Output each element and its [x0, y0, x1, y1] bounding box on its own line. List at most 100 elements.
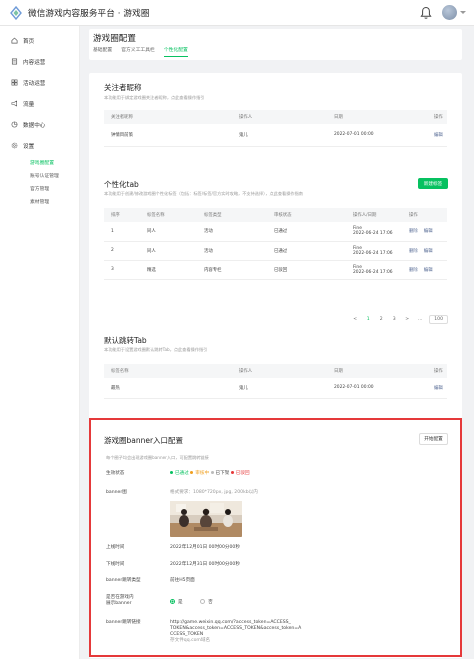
cell-operator: 鬼儿	[232, 378, 327, 399]
status-text: 已驳回	[235, 471, 250, 476]
status-label: 生效状态	[106, 471, 125, 476]
section-desc: 本功能用于绑定游戏圈关注者昵称，点此查看操作指引	[104, 95, 205, 100]
document-icon	[11, 58, 18, 65]
next-page-button[interactable]: >	[403, 317, 411, 322]
top-bar: 微信游戏内容服务平台 · 游戏圈	[0, 0, 474, 26]
cell-operator: 鬼儿	[232, 124, 327, 147]
column-header: 操作人	[232, 364, 327, 378]
link-note: 存文件qq.com域名	[170, 638, 211, 643]
table-row: 钟情目前策 鬼儿 2022-07-01 00:00 编辑	[104, 124, 447, 147]
tab-custom-config[interactable]: 个性化配置	[163, 46, 188, 57]
column-header: 操作	[427, 364, 447, 378]
delete-link[interactable]: 删除	[409, 268, 418, 273]
avatar[interactable]	[442, 5, 457, 20]
cell-name: 同人	[140, 222, 197, 242]
banner-thumbnail[interactable]	[170, 501, 242, 537]
sidebar-sub-game-circle-config[interactable]: 游戏圈配置	[0, 156, 79, 169]
edit-link[interactable]: 编辑	[427, 124, 447, 147]
radio-no[interactable]: 否	[200, 599, 213, 605]
tab-basic-config[interactable]: 基础配置	[93, 46, 112, 57]
sidebar-item-traffic[interactable]: 流量	[0, 93, 79, 114]
bell-icon[interactable]	[420, 6, 432, 20]
new-tag-button[interactable]: 新建标签	[418, 178, 448, 189]
radio-yes[interactable]: 是	[170, 599, 183, 605]
section-title: 个性化tab	[104, 180, 139, 189]
status-offline: 已下架	[210, 471, 229, 476]
sidebar-item-settings[interactable]: 设置	[0, 135, 79, 156]
last-page-button[interactable]: 100	[429, 315, 448, 324]
table-row: 1 同人 活动 已通过 Fine 2022-06-24 17:06 删除 编辑	[104, 222, 447, 242]
column-header: 关注者昵称	[104, 110, 232, 124]
show-in-game-radio-group: 是 否	[170, 599, 213, 606]
offline-time-label: 下线时间	[106, 562, 125, 567]
column-header: 操作人	[232, 110, 327, 124]
tab-official-toolbar[interactable]: 官方义工工具栏	[121, 46, 155, 57]
table-row: 2 同人 活动 已通过 Fine 2022-06-24 17:06 删除 编辑	[104, 241, 447, 261]
cell-status: 已通过	[267, 241, 346, 261]
delete-link[interactable]: 删除	[409, 229, 418, 234]
cell-order: 1	[104, 222, 140, 242]
pagination: < 1 2 3 > … 100	[351, 315, 448, 324]
offline-time-value: 2022年12月31日 00时00分00秒	[170, 562, 240, 567]
radio-label: 否	[208, 600, 213, 605]
edit-link[interactable]: 编辑	[424, 229, 433, 234]
followed-nickname-card: 关注者昵称 本功能用于绑定游戏圈关注者昵称，点此查看操作指引 关注者昵称 操作人…	[89, 73, 462, 176]
sidebar-item-content-ops[interactable]: 内容运营	[0, 51, 79, 72]
status-legend: 已通过 审核中 已下架 已驳回	[170, 471, 250, 477]
cell-date: 2022-06-24 17:06	[353, 269, 393, 275]
cell-order: 2	[104, 241, 140, 261]
cell-operator-date: Fine 2022-06-24 17:06	[346, 222, 402, 242]
sidebar-item-label: 数据中心	[23, 122, 46, 129]
column-header: 操作	[427, 110, 447, 124]
radio-unchecked-icon	[200, 599, 206, 604]
sidebar-sub-account-auth[interactable]: 账号认证管理	[0, 169, 79, 182]
status-approved: 已通过	[170, 471, 189, 476]
page-number[interactable]: 1	[364, 317, 372, 322]
column-header: 标签类型	[197, 208, 267, 222]
cell-date: 2022-07-01 00:00	[327, 124, 427, 147]
cell-operator-date: Fine 2022-06-24 17:06	[346, 260, 402, 280]
sidebar-item-home[interactable]: 首页	[0, 30, 79, 51]
page-number[interactable]: 2	[377, 317, 385, 322]
banner-image-hint: 格式要求：1080*720px, jpg, 200kb以内	[170, 490, 258, 495]
sidebar-item-label: 设置	[23, 143, 35, 150]
sidebar-item-label: 内容运营	[23, 59, 46, 66]
sidebar-item-activity-ops[interactable]: 活动运营	[0, 72, 79, 93]
edit-link[interactable]: 编辑	[424, 268, 433, 273]
cell-name: 最热	[104, 378, 232, 399]
radio-label: 是	[178, 600, 183, 605]
prev-page-button[interactable]: <	[351, 317, 359, 322]
edit-link[interactable]: 编辑	[427, 378, 447, 399]
sidebar-item-label: 首页	[23, 38, 35, 45]
section-desc: 本功能用于设置游戏圈默认跳转Tab，点此查看操作指引	[104, 347, 208, 352]
status-reviewing: 审核中	[190, 471, 209, 476]
column-header: 日期	[327, 364, 427, 378]
cell-operator-date: Fine 2022-06-24 17:06	[346, 241, 402, 261]
start-config-button[interactable]: 开始配置	[419, 433, 448, 445]
jump-type-value: 前往H5页面	[170, 578, 195, 583]
status-dot	[230, 471, 234, 474]
column-header: 排序	[104, 208, 140, 222]
cell-order: 3	[104, 260, 140, 280]
default-tab-card: 默认跳转Tab 本功能用于设置游戏圈默认跳转Tab，点此查看操作指引 标签名称 …	[89, 326, 462, 436]
sidebar-sub-material-manage[interactable]: 素材管理	[0, 195, 79, 208]
sidebar: 首页 内容运营 活动运营 流量 数据中心 设置 游戏圈配置 账号认证管理 官方管…	[0, 26, 80, 659]
status-dot	[190, 471, 194, 474]
banner-image-label: banner图	[106, 490, 127, 495]
section-title: 游戏圈banner入口配置	[104, 436, 184, 445]
section-desc: 本功能用于创建/修改游戏圈个性化标签（包括：标签/标签/官方实时攻略，不支持选择…	[104, 191, 303, 196]
page-number[interactable]: 3	[390, 317, 398, 322]
column-header: 操作	[402, 208, 447, 222]
sidebar-sub-official-manage[interactable]: 官方管理	[0, 182, 79, 195]
chevron-down-icon[interactable]	[460, 11, 466, 14]
delete-link[interactable]: 删除	[409, 249, 418, 254]
table-row: 3 精选 内容专栏 已驳回 Fine 2022-06-24 17:06 删除 编辑	[104, 260, 447, 280]
edit-link[interactable]: 编辑	[424, 249, 433, 254]
sidebar-item-data-center[interactable]: 数据中心	[0, 114, 79, 135]
cell-type: 活动	[197, 222, 267, 242]
cell-type: 活动	[197, 241, 267, 261]
column-header: 审核状态	[267, 208, 346, 222]
section-title: 默认跳转Tab	[104, 336, 147, 345]
cell-date: 2022-07-01 00:00	[327, 378, 427, 399]
gear-icon	[11, 142, 18, 149]
